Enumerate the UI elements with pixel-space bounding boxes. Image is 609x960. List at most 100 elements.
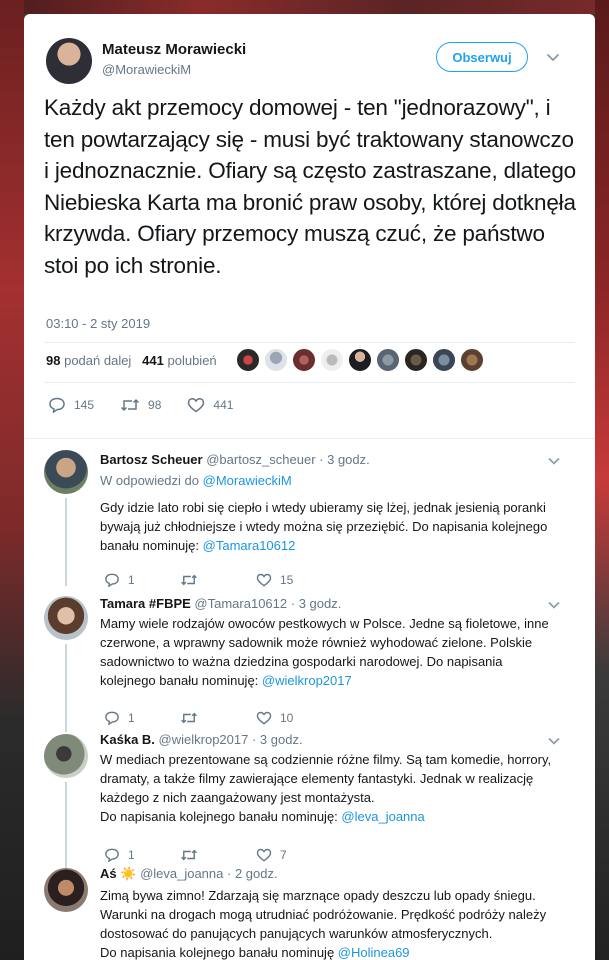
- reply-body-line: Do napisania kolejnego banału nominuję: [100, 945, 335, 960]
- reply-header: Tamara #FBPE @Tamara10612 · 3 godz.: [100, 596, 341, 611]
- tweet-text: Każdy akt przemocy domowej - ten "jednor…: [44, 95, 576, 278]
- reply-avatar[interactable]: [44, 734, 88, 778]
- chevron-down-icon[interactable]: [548, 601, 560, 609]
- reply-count: 145: [74, 398, 95, 412]
- reply-action[interactable]: 145: [48, 397, 94, 413]
- retweets-count[interactable]: 98: [46, 353, 60, 368]
- sun-emoji-icon: ☀️: [120, 866, 137, 881]
- mention-link[interactable]: @Tamara10612: [203, 538, 296, 553]
- like-action[interactable]: 10: [256, 711, 332, 725]
- reply-action[interactable]: 1: [104, 848, 180, 862]
- like-count: 10: [280, 711, 294, 725]
- reply-body: Zimą bywa zimno! Zdarzają się marznące o…: [100, 888, 547, 941]
- like-action[interactable]: 441: [187, 397, 233, 413]
- speech-bubble-icon: [105, 848, 119, 862]
- reply-actions: 1 10: [104, 711, 332, 725]
- reply-author-handle[interactable]: @wielkrop2017: [159, 732, 249, 747]
- follow-button[interactable]: Obserwuj: [436, 42, 528, 72]
- author-name[interactable]: Mateusz Morawiecki: [102, 41, 246, 58]
- retweet-arrows-icon: [181, 712, 197, 724]
- in-reply-to: W odpowiedzi do @MorawieckiM: [100, 473, 292, 488]
- speech-bubble-icon: [105, 711, 119, 725]
- reply-text: Gdy idzie lato robi się ciepło i wtedy u…: [100, 498, 560, 555]
- reply-time[interactable]: · 3 godz.: [319, 452, 370, 467]
- reply-count: 1: [128, 848, 135, 862]
- reply-actions: 1 15: [104, 573, 332, 587]
- reply-author-handle[interactable]: @leva_joanna: [140, 866, 223, 881]
- mention-link[interactable]: @wielkrop2017: [262, 673, 352, 688]
- reply-avatar[interactable]: [44, 868, 88, 912]
- chevron-down-icon[interactable]: [548, 737, 560, 745]
- divider: [44, 342, 575, 343]
- liker-avatar[interactable]: [320, 348, 344, 372]
- mention-link[interactable]: @leva_joanna: [341, 809, 424, 824]
- reply-header: Aś ☀️ @leva_joanna · 2 godz.: [100, 866, 278, 882]
- reply-author-name[interactable]: Aś: [100, 866, 117, 881]
- reply-author-name[interactable]: Kaśka B.: [100, 732, 155, 747]
- reply-action[interactable]: 1: [104, 711, 180, 725]
- divider: [44, 382, 575, 383]
- reply-time[interactable]: · 2 godz.: [227, 866, 278, 881]
- reply-action[interactable]: 1: [104, 573, 180, 587]
- reply-time[interactable]: · 3 godz.: [252, 732, 303, 747]
- background-left: [0, 0, 24, 960]
- liker-avatar[interactable]: [432, 348, 456, 372]
- like-action[interactable]: 7: [256, 848, 332, 862]
- reply-count: 1: [128, 573, 135, 587]
- likes-count[interactable]: 441: [142, 353, 164, 368]
- reply-text: Mamy wiele rodzajów owoców pestkowych w …: [100, 614, 560, 690]
- tweet-card: Mateusz Morawiecki @MorawieckiM Obserwuj…: [24, 14, 595, 960]
- tweet-timestamp[interactable]: 03:10 - 2 sty 2019: [46, 316, 150, 331]
- liker-avatar[interactable]: [460, 348, 484, 372]
- like-action[interactable]: 15: [256, 573, 332, 587]
- liker-avatar[interactable]: [348, 348, 372, 372]
- background-right: [595, 0, 609, 960]
- background-top: [0, 0, 609, 14]
- liker-avatar[interactable]: [376, 348, 400, 372]
- retweet-action[interactable]: [180, 848, 256, 862]
- liker-avatar[interactable]: [264, 348, 288, 372]
- tweet-actions: 145 98 441: [48, 397, 259, 413]
- heart-icon: [256, 573, 272, 587]
- speech-bubble-icon: [105, 573, 119, 587]
- liker-avatar[interactable]: [292, 348, 316, 372]
- in-reply-prefix: W odpowiedzi do: [100, 473, 199, 488]
- thread-line: [65, 498, 67, 586]
- reply-author-handle[interactable]: @Tamara10612: [194, 596, 287, 611]
- reply-actions: 1 7: [104, 848, 332, 862]
- mention-link[interactable]: @Holinea69: [338, 945, 410, 960]
- retweet-action[interactable]: [180, 573, 256, 587]
- author-avatar[interactable]: [46, 38, 92, 84]
- chevron-down-icon[interactable]: [546, 50, 560, 64]
- like-count: 15: [280, 573, 294, 587]
- like-count: 7: [280, 848, 287, 862]
- retweet-arrows-icon: [181, 574, 197, 586]
- reply-avatar[interactable]: [44, 596, 88, 640]
- reply-author-handle[interactable]: @bartosz_scheuer: [206, 452, 315, 467]
- thread-line: [65, 644, 67, 732]
- in-reply-handle[interactable]: @MorawieckiM: [203, 473, 292, 488]
- retweets-label[interactable]: podań dalej: [64, 353, 131, 368]
- heart-icon: [256, 711, 272, 725]
- retweet-action[interactable]: 98: [120, 397, 161, 413]
- reply-author-name[interactable]: Bartosz Scheuer: [100, 452, 203, 467]
- reply-author-name[interactable]: Tamara #FBPE: [100, 596, 191, 611]
- retweet-action[interactable]: [180, 711, 256, 725]
- reply-text: Zimą bywa zimno! Zdarzają się marznące o…: [100, 886, 560, 960]
- reply-count: 1: [128, 711, 135, 725]
- heart-icon: [256, 848, 272, 862]
- liker-avatar[interactable]: [404, 348, 428, 372]
- reply-avatar[interactable]: [44, 450, 88, 494]
- likers-avatars: [236, 348, 484, 372]
- reply-text: W mediach prezentowane są codziennie róż…: [100, 750, 560, 826]
- reply-header: Bartosz Scheuer @bartosz_scheuer · 3 god…: [100, 452, 370, 467]
- reply-body: W mediach prezentowane są codziennie róż…: [100, 752, 552, 805]
- heart-icon: [188, 397, 205, 413]
- author-handle[interactable]: @MorawieckiM: [102, 62, 191, 77]
- liker-avatar[interactable]: [236, 348, 260, 372]
- reply-time[interactable]: · 3 godz.: [291, 596, 342, 611]
- retweet-arrows-icon: [181, 849, 197, 861]
- divider: [24, 438, 595, 439]
- likes-label[interactable]: polubień: [168, 353, 217, 368]
- chevron-down-icon[interactable]: [548, 457, 560, 465]
